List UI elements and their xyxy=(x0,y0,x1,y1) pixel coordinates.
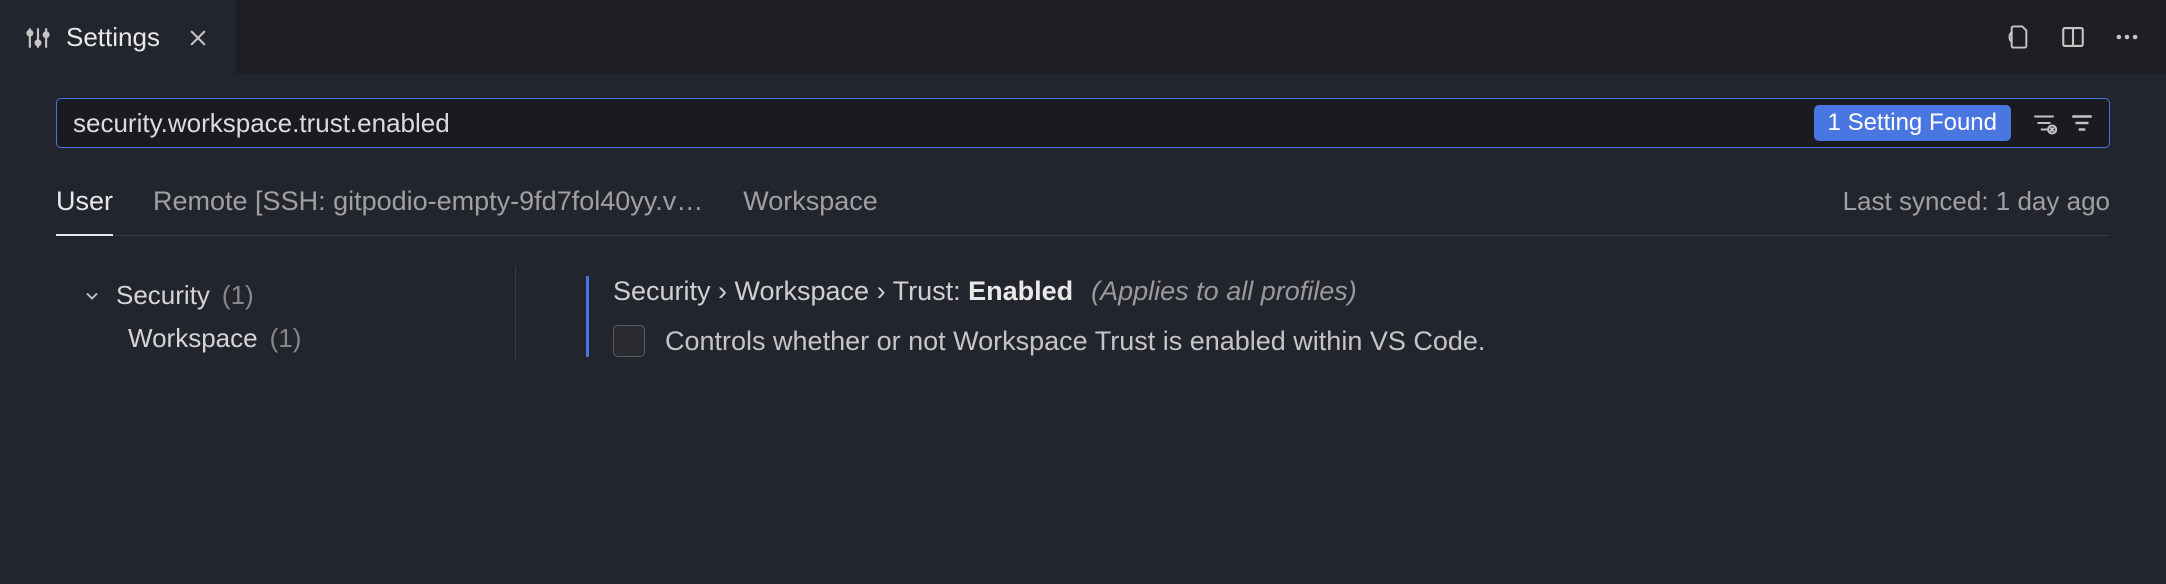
setting-note: (Applies to all profiles) xyxy=(1091,276,1357,307)
tree-count: (1) xyxy=(270,323,302,354)
settings-found-badge: 1 Setting Found xyxy=(1814,105,2011,141)
search-input[interactable] xyxy=(57,99,1814,147)
scope-tab-user[interactable]: User xyxy=(56,186,113,235)
tree-count: (1) xyxy=(222,280,254,311)
scope-tab-workspace[interactable]: Workspace xyxy=(743,186,878,235)
open-file-icon[interactable] xyxy=(2004,22,2034,52)
scope-tab-remote[interactable]: Remote [SSH: gitpodio-empty-9fd7fol40yy.… xyxy=(153,186,703,235)
setting-title: Enabled xyxy=(968,276,1073,306)
settings-sliders-icon xyxy=(24,24,52,52)
clear-filter-icon[interactable] xyxy=(2027,106,2061,140)
chevron-down-icon xyxy=(80,284,104,308)
tab-settings[interactable]: Settings xyxy=(0,0,236,74)
close-icon[interactable] xyxy=(184,24,212,52)
split-editor-icon[interactable] xyxy=(2058,22,2088,52)
tree-item-workspace[interactable]: Workspace (1) xyxy=(56,317,515,360)
sync-status[interactable]: Last synced: 1 day ago xyxy=(1843,186,2110,235)
search-settings-bar: 1 Setting Found xyxy=(56,98,2110,148)
setting-item: Security › Workspace › Trust: Enabled (A… xyxy=(586,276,2110,357)
tree-item-security[interactable]: Security (1) xyxy=(56,274,515,317)
tree-label: Workspace xyxy=(128,323,258,354)
checkbox[interactable] xyxy=(613,325,645,357)
setting-breadcrumb: Security › Workspace › Trust: xyxy=(613,276,968,306)
tab-title: Settings xyxy=(66,22,160,53)
tree-label: Security xyxy=(116,280,210,311)
filter-icon[interactable] xyxy=(2065,106,2099,140)
more-icon[interactable] xyxy=(2112,22,2142,52)
setting-description: Controls whether or not Workspace Trust … xyxy=(665,326,1485,357)
